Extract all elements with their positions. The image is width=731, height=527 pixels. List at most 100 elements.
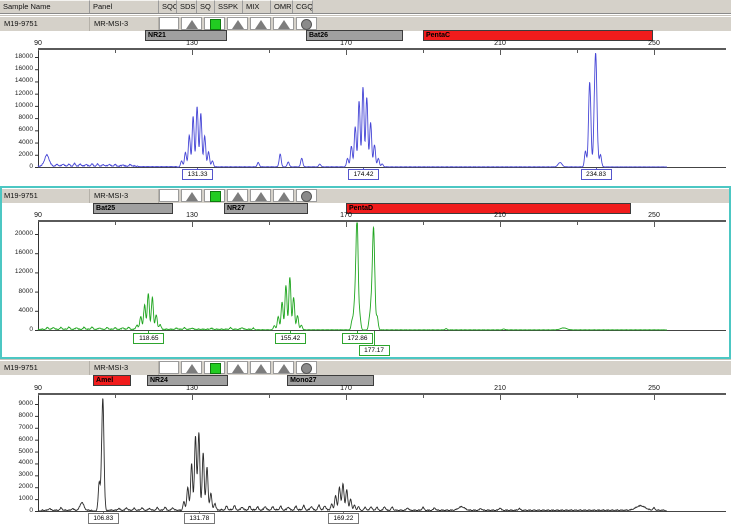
ruler-axis-line: [38, 48, 726, 50]
electropherogram-plot-green[interactable]: [0, 222, 731, 333]
sds-triangle-icon: [186, 364, 198, 373]
y-axis-tick-label: 0: [29, 507, 33, 514]
panel-name-cell: MR-MSI-3: [90, 361, 159, 375]
sds-qc-cell[interactable]: [181, 189, 202, 202]
peak-size-label[interactable]: 174.42: [348, 169, 380, 180]
ruler-number: 130: [186, 40, 198, 47]
peak-size-label[interactable]: 118.65: [133, 333, 165, 344]
sds-triangle-icon: [186, 192, 198, 201]
y-axis-tick-label: 2000: [18, 483, 33, 491]
cgq-circle-icon: [301, 191, 312, 202]
y-axis-tick-label: 12000: [14, 89, 33, 97]
y-axis-tick-label: 0: [29, 326, 33, 333]
cgq-circle-icon: [301, 363, 312, 374]
y-axis-tick-label: 1000: [18, 495, 33, 503]
omr-qc-cell[interactable]: [273, 189, 294, 202]
y-axis-tick-label: 6000: [18, 126, 33, 134]
omr-triangle-icon: [278, 20, 290, 29]
sds-triangle-icon: [186, 20, 198, 29]
ruler-number: 90: [34, 40, 42, 47]
y-axis-tick-label: 4000: [18, 306, 33, 314]
electropherogram-plot-black[interactable]: [0, 396, 731, 514]
ruler-number: 170: [340, 212, 352, 219]
panel-divider: [0, 15, 731, 16]
peak-size-label[interactable]: 234.83: [580, 169, 612, 180]
marker-bar-bat25[interactable]: Bat25: [93, 203, 174, 214]
peak-size-label[interactable]: 155.42: [274, 333, 306, 344]
ruler-number: 210: [494, 212, 506, 219]
mix-qc-cell[interactable]: [250, 17, 271, 30]
sqo-empty-cell[interactable]: [159, 17, 179, 30]
sample-row[interactable]: M19-9751 MR-MSI-3: [0, 189, 731, 203]
signal-trace-green: [37, 222, 667, 331]
omr-triangle-icon: [278, 364, 290, 373]
sspk-triangle-icon: [232, 192, 244, 201]
peak-size-label[interactable]: 172.86: [342, 333, 373, 344]
ruler-number: 250: [648, 40, 660, 47]
marker-bar-mono27[interactable]: Mono27: [287, 375, 375, 386]
mix-qc-cell[interactable]: [250, 189, 271, 202]
omr-qc-cell[interactable]: [273, 361, 294, 374]
sq-square-icon: [210, 191, 221, 202]
omr-triangle-icon: [278, 192, 290, 201]
peak-size-label[interactable]: 131.78: [183, 513, 215, 524]
fragment-analysis-app: Sample NamePanelSQOSDSSQSSPKMIXOMRCGQ M1…: [0, 0, 731, 527]
ruler-number: 130: [186, 212, 198, 219]
ruler-number: 250: [648, 212, 660, 219]
sq-square-icon: [210, 363, 221, 374]
ruler-number: 90: [34, 385, 42, 392]
y-axis-tick-label: 7000: [18, 423, 33, 431]
peak-size-label[interactable]: 131.33: [182, 169, 214, 180]
y-axis-tick-label: 12000: [14, 268, 33, 276]
sq-qc-cell[interactable]: [204, 189, 225, 202]
mix-triangle-icon: [255, 364, 267, 373]
mix-qc-cell[interactable]: [250, 361, 271, 374]
ruler-number: 130: [186, 385, 198, 392]
ruler-number: 170: [340, 385, 352, 392]
ruler-axis-line: [38, 393, 726, 395]
y-axis-tick-label: 9000: [18, 400, 33, 407]
peak-size-label[interactable]: 169.22: [327, 513, 359, 524]
y-axis-tick-label: 20000: [14, 230, 33, 237]
sample-row[interactable]: M19-9751 MR-MSI-3: [0, 361, 731, 375]
y-axis-tick-label: 3000: [18, 471, 33, 479]
marker-bar-nr27[interactable]: NR27: [223, 203, 308, 214]
y-axis-tick-label: 8000: [18, 287, 33, 295]
electropherogram-plot-blue[interactable]: [0, 51, 731, 170]
signal-trace-black: [38, 398, 667, 512]
marker-bar-amel[interactable]: Amel: [93, 375, 132, 386]
ruler-number: 170: [340, 40, 352, 47]
cgq-qc-cell[interactable]: [296, 361, 317, 374]
sspk-qc-cell[interactable]: [227, 189, 248, 202]
omr-qc-cell[interactable]: [273, 17, 294, 30]
sample-name-cell: M19-9751: [0, 17, 90, 31]
y-axis-tick-label: 16000: [14, 65, 33, 73]
sspk-qc-cell[interactable]: [227, 17, 248, 30]
y-axis-tick-label: 10000: [14, 101, 33, 109]
y-axis-tick-label: 16000: [14, 249, 33, 257]
sds-qc-cell[interactable]: [181, 17, 202, 30]
panel-divider: [0, 359, 731, 360]
sq-qc-cell[interactable]: [204, 361, 225, 374]
peak-size-label[interactable]: 106.83: [87, 513, 119, 524]
y-axis-tick-label: 6000: [18, 435, 33, 443]
cgq-qc-cell[interactable]: [296, 17, 317, 30]
sample-row[interactable]: M19-9751 MR-MSI-3: [0, 17, 731, 31]
sqo-empty-cell[interactable]: [159, 189, 179, 202]
y-axis-tick-label: 8000: [18, 114, 33, 122]
peak-label-leader: [373, 331, 375, 345]
marker-bar-pentac[interactable]: PentaC: [423, 30, 653, 41]
sample-name-cell: M19-9751: [0, 361, 90, 375]
cgq-qc-cell[interactable]: [296, 189, 317, 202]
sspk-qc-cell[interactable]: [227, 361, 248, 374]
sqo-empty-cell[interactable]: [159, 361, 179, 374]
sample-name-cell: M19-9751: [0, 189, 90, 203]
y-axis-tick-label: 5000: [18, 447, 33, 455]
sds-qc-cell[interactable]: [181, 361, 202, 374]
y-axis-tick-label: 18000: [14, 53, 33, 60]
cgq-circle-icon: [301, 19, 312, 30]
peak-size-label[interactable]: 177.17: [358, 345, 390, 356]
sq-qc-cell[interactable]: [204, 17, 225, 30]
y-axis-tick-label: 4000: [18, 138, 33, 146]
y-axis-tick-label: 2000: [18, 150, 33, 158]
